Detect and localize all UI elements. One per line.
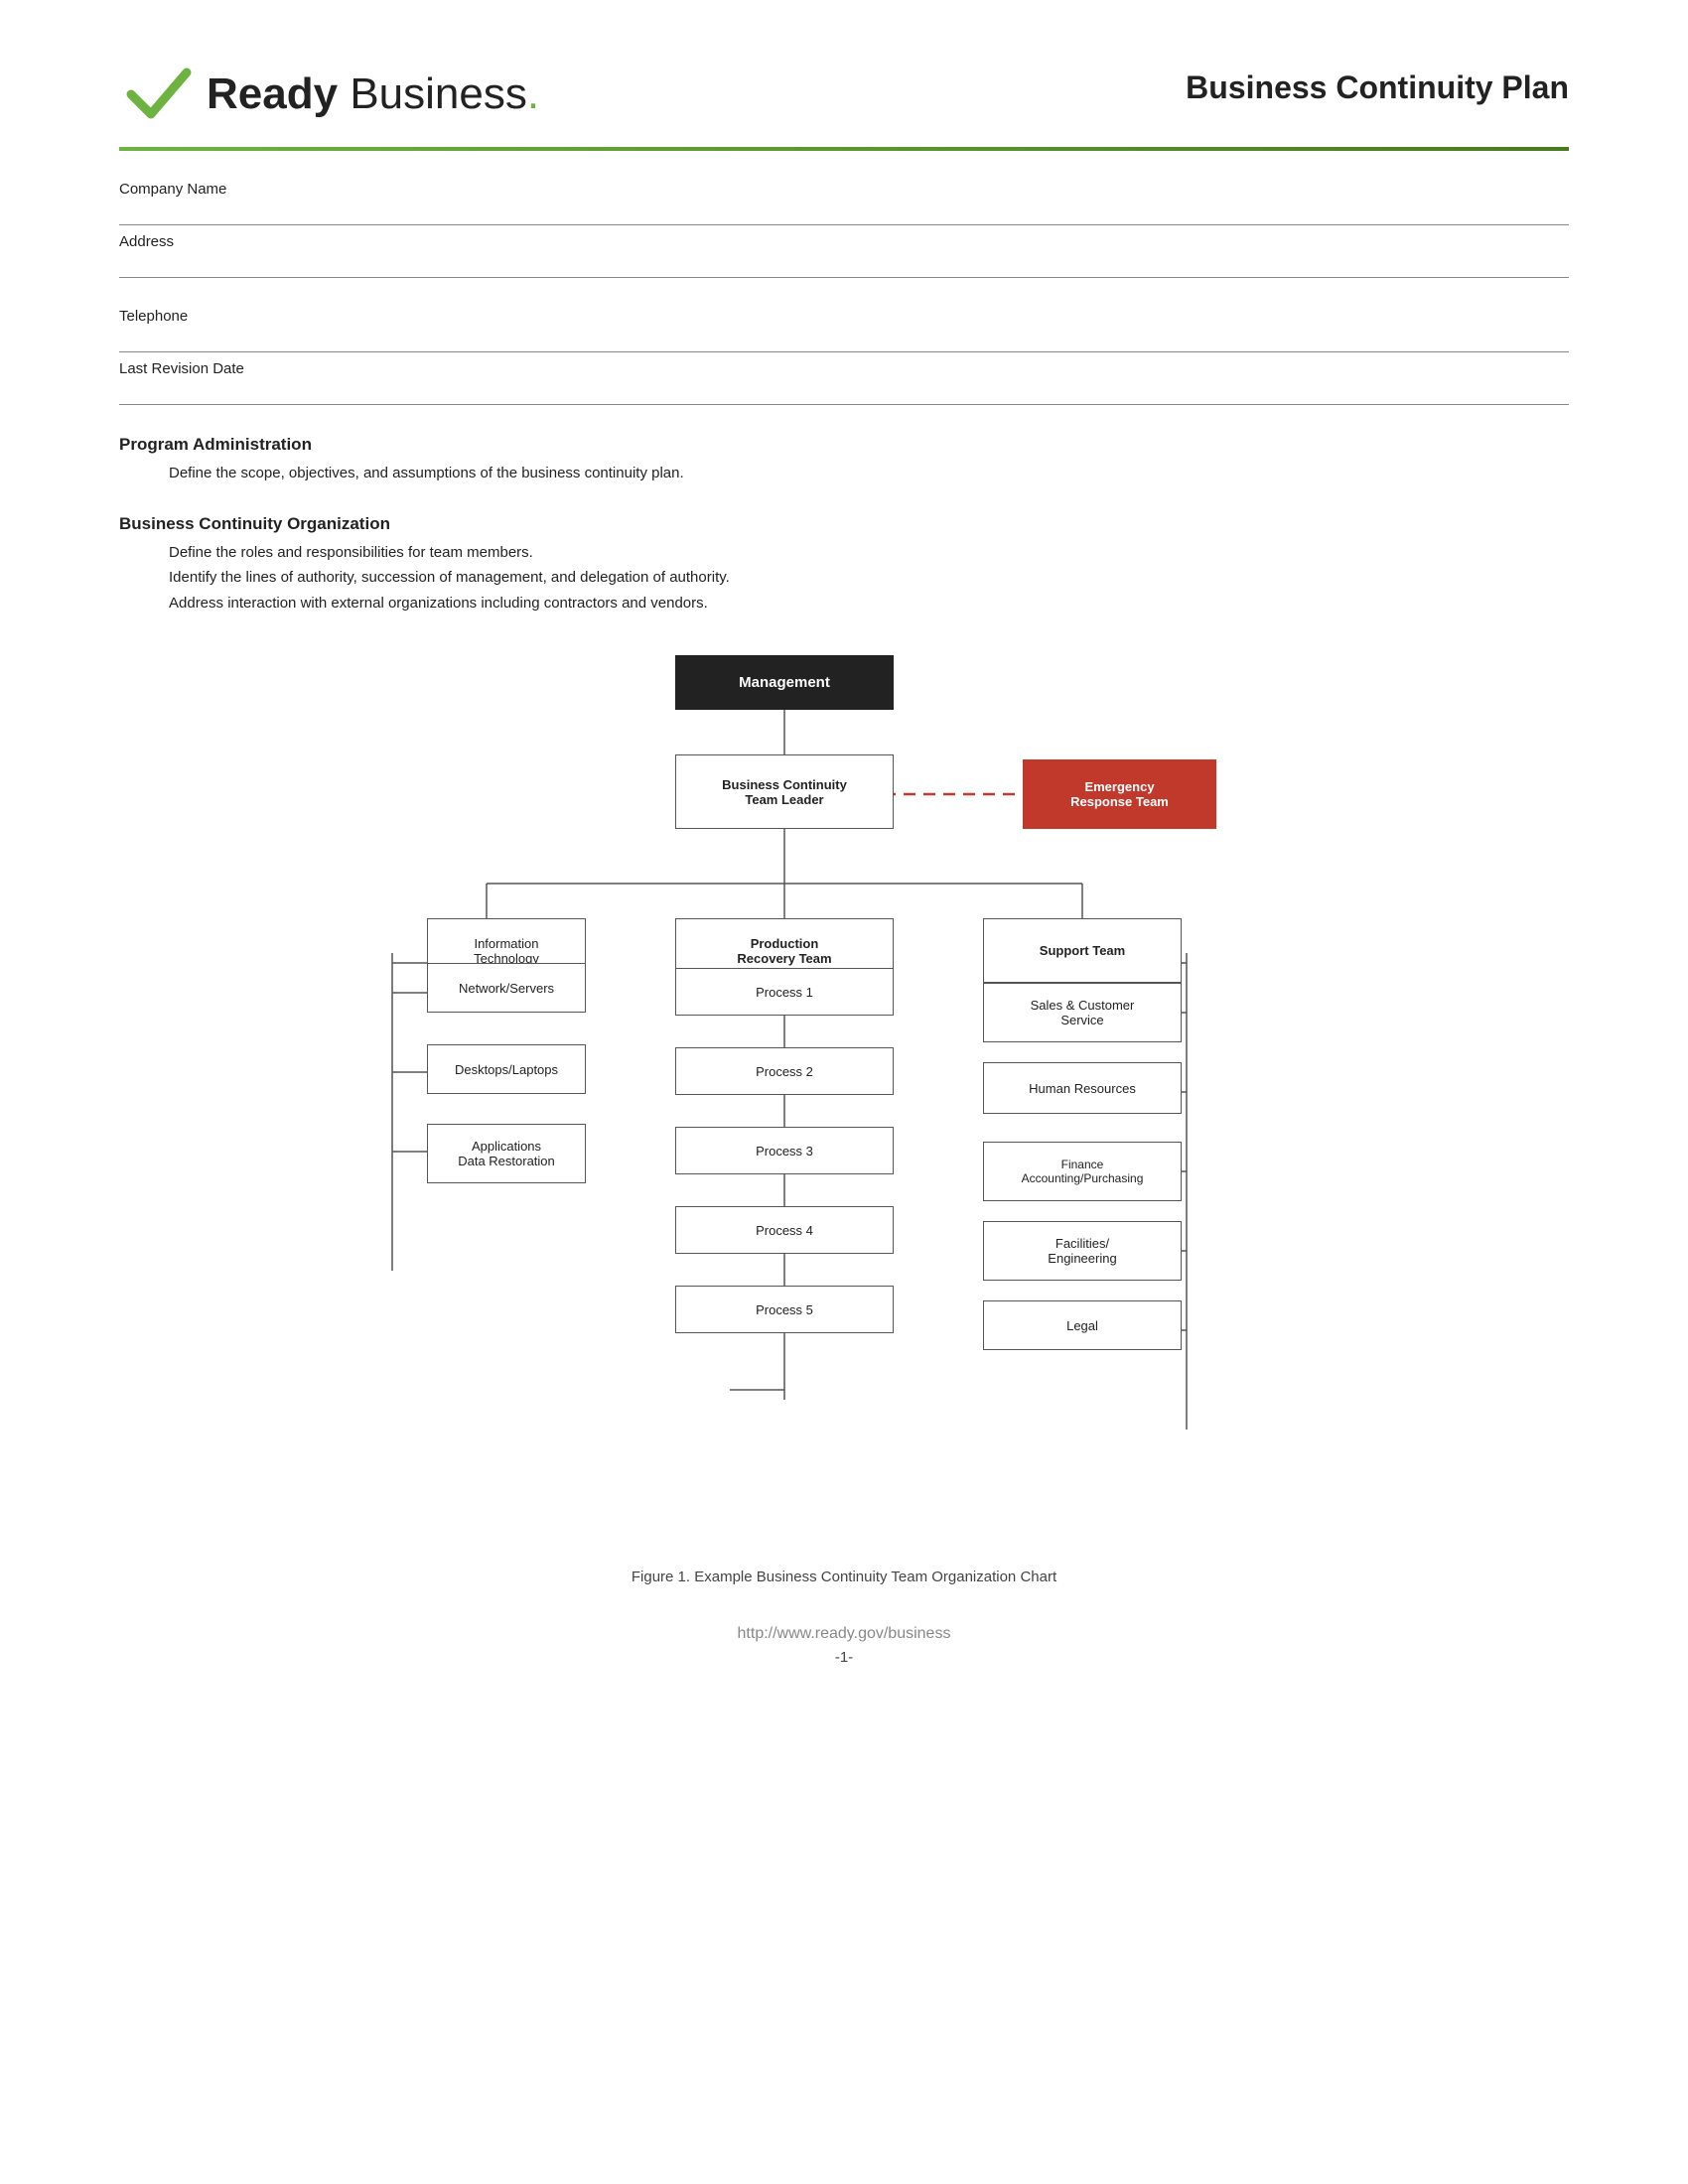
app-data-text: ApplicationsData Restoration xyxy=(458,1139,555,1168)
section-program-admin-line1: Define the scope, objectives, and assump… xyxy=(169,461,1569,486)
logo-business-text: Business xyxy=(350,69,527,118)
section-bc-org: Business Continuity Organization Define … xyxy=(119,514,1569,616)
address-field: Address xyxy=(119,233,1569,278)
logo-area: Ready Business. xyxy=(119,60,539,129)
revision-date-line[interactable] xyxy=(119,379,1569,405)
org-chart-container: Management Business ContinuityTeam Leade… xyxy=(298,655,1390,1585)
logo-text: Ready Business. xyxy=(207,72,539,116)
section-bc-org-line2: Identify the lines of authority, success… xyxy=(169,565,1569,591)
telephone-label: Telephone xyxy=(119,308,1569,325)
form-group-name-address: Company Name Address xyxy=(119,181,1569,278)
node-facilities: Facilities/Engineering xyxy=(983,1221,1182,1281)
page: Ready Business. Business Continuity Plan… xyxy=(0,0,1688,2184)
logo-ready: Ready xyxy=(207,69,338,118)
node-network-servers: Network/Servers xyxy=(427,963,586,1013)
company-name-line[interactable] xyxy=(119,200,1569,225)
section-bc-org-title: Business Continuity Organization xyxy=(119,514,1569,534)
node-process2: Process 2 xyxy=(675,1047,894,1095)
figure-caption: Figure 1. Example Business Continuity Te… xyxy=(298,1569,1390,1585)
section-bc-org-line1: Define the roles and responsibilities fo… xyxy=(169,540,1569,566)
company-name-field: Company Name xyxy=(119,181,1569,225)
revision-date-field: Last Revision Date xyxy=(119,360,1569,405)
emergency-response-text: EmergencyResponse Team xyxy=(1070,779,1169,809)
node-desktops-laptops: Desktops/Laptops xyxy=(427,1044,586,1094)
telephone-field: Telephone xyxy=(119,308,1569,352)
form-section-2: Telephone Last Revision Date xyxy=(119,308,1569,405)
org-chart: Management Business ContinuityTeam Leade… xyxy=(298,655,1390,1549)
footer: http://www.ready.gov/business -1- xyxy=(119,1625,1569,1666)
node-app-data: ApplicationsData Restoration xyxy=(427,1124,586,1183)
node-management: Management xyxy=(675,655,894,710)
form-section-1: Company Name Address xyxy=(119,181,1569,278)
green-divider xyxy=(119,147,1569,151)
section-bc-org-line3: Address interaction with external organi… xyxy=(169,591,1569,616)
node-legal: Legal xyxy=(983,1300,1182,1350)
section-program-admin: Program Administration Define the scope,… xyxy=(119,435,1569,486)
node-support-team: Support Team xyxy=(983,918,1182,983)
telephone-line[interactable] xyxy=(119,327,1569,352)
sales-customer-text: Sales & CustomerService xyxy=(1031,998,1135,1027)
section-program-admin-title: Program Administration xyxy=(119,435,1569,455)
revision-date-label: Last Revision Date xyxy=(119,360,1569,377)
node-process5: Process 5 xyxy=(675,1286,894,1333)
facilities-text: Facilities/Engineering xyxy=(1048,1236,1116,1266)
node-finance: FinanceAccounting/Purchasing xyxy=(983,1142,1182,1201)
node-emergency-response: EmergencyResponse Team xyxy=(1023,759,1216,829)
address-label: Address xyxy=(119,233,1569,250)
node-process1: Process 1 xyxy=(675,968,894,1016)
node-bc-team-leader: Business ContinuityTeam Leader xyxy=(675,754,894,829)
footer-page: -1- xyxy=(119,1649,1569,1666)
company-name-label: Company Name xyxy=(119,181,1569,198)
section-bc-org-body: Define the roles and responsibilities fo… xyxy=(169,540,1569,616)
prod-recovery-text: ProductionRecovery Team xyxy=(737,936,831,966)
node-human-resources: Human Resources xyxy=(983,1062,1182,1114)
footer-url: http://www.ready.gov/business xyxy=(119,1625,1569,1643)
info-tech-text: InformationTechnology xyxy=(474,936,539,966)
address-line[interactable] xyxy=(119,252,1569,278)
logo-icon xyxy=(119,60,199,129)
header: Ready Business. Business Continuity Plan xyxy=(119,60,1569,129)
header-title: Business Continuity Plan xyxy=(1186,60,1569,106)
bc-team-leader-text: Business ContinuityTeam Leader xyxy=(722,777,847,807)
node-process4: Process 4 xyxy=(675,1206,894,1254)
finance-text: FinanceAccounting/Purchasing xyxy=(1022,1158,1144,1185)
logo-dot: . xyxy=(527,69,539,118)
section-program-admin-body: Define the scope, objectives, and assump… xyxy=(169,461,1569,486)
node-process3: Process 3 xyxy=(675,1127,894,1174)
form-group-tel-date: Telephone Last Revision Date xyxy=(119,308,1569,405)
node-sales-customer: Sales & CustomerService xyxy=(983,983,1182,1042)
